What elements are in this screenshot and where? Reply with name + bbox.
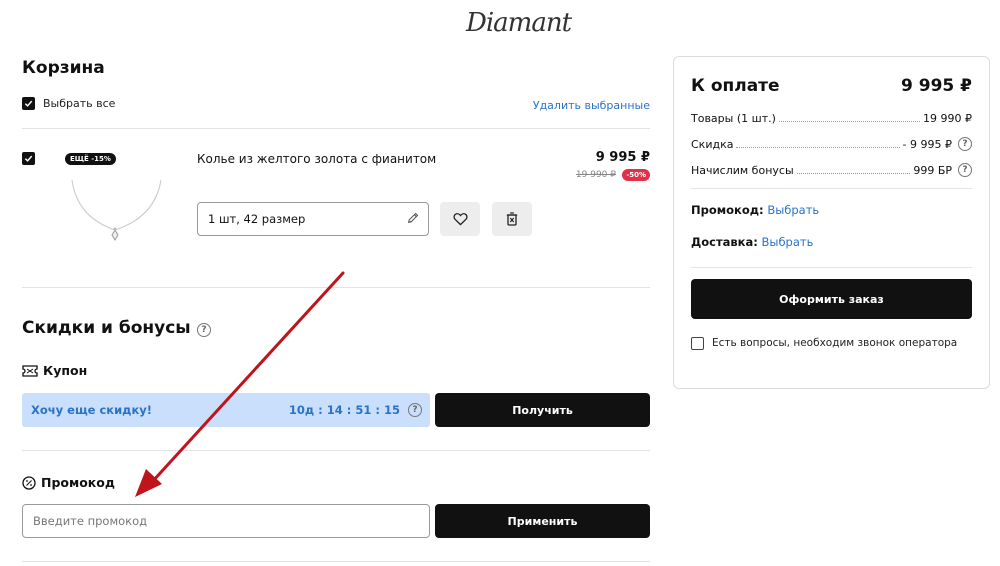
get-coupon-button[interactable]: Получить — [435, 393, 650, 427]
dotted-leader — [778, 121, 921, 122]
help-icon[interactable]: ? — [408, 403, 422, 417]
row-value: 19 990 ₽ — [923, 112, 972, 125]
size-value: 1 шт, 42 размер — [208, 212, 306, 226]
row-label: Скидка — [691, 138, 734, 151]
dotted-leader — [796, 173, 911, 174]
summary-row-bonuses: Начислим бонусы 999 БР ? — [691, 161, 972, 177]
row-value: - 9 995 ₽ — [902, 138, 952, 151]
operator-call-checkbox[interactable] — [691, 337, 704, 350]
pencil-icon[interactable] — [406, 211, 420, 225]
delivery-row: Доставка: Выбрать — [691, 235, 813, 249]
size-selector[interactable]: 1 шт, 42 размер — [197, 202, 429, 236]
row-value: 999 БР — [913, 164, 952, 177]
coupon-timer: 10д : 14 : 51 : 15 — [288, 403, 400, 417]
product-image[interactable] — [67, 172, 167, 244]
coupon-heading: Купон — [22, 363, 87, 378]
promo-heading: Промокод — [22, 475, 115, 490]
promo-code-input[interactable] — [22, 504, 430, 538]
discount-badge: -50% — [622, 169, 650, 181]
apply-promo-button[interactable]: Применить — [435, 504, 650, 538]
divider — [22, 287, 650, 288]
ticket-icon — [22, 364, 38, 377]
product-name[interactable]: Колье из желтого золота с фианитом — [197, 152, 436, 166]
coupon-heading-text: Купон — [43, 363, 88, 378]
help-icon[interactable]: ? — [958, 163, 972, 177]
select-all-label[interactable]: Выбрать все — [43, 97, 115, 110]
check-icon — [24, 155, 33, 162]
heart-icon — [452, 213, 468, 226]
divider — [22, 450, 650, 451]
operator-call-label[interactable]: Есть вопросы, необходим звонок оператора — [712, 337, 957, 349]
remove-item-button[interactable] — [492, 202, 532, 236]
row-label: Товары (1 шт.) — [691, 112, 776, 125]
item-old-price: 19 990 ₽ — [575, 170, 616, 180]
item-price: 9 995 ₽ — [595, 150, 650, 165]
select-all-checkbox[interactable] — [22, 97, 35, 110]
extra-discount-badge: ЕЩЁ -15% — [65, 153, 116, 165]
favorite-button[interactable] — [440, 202, 480, 236]
item-checkbox[interactable] — [22, 152, 35, 165]
divider — [691, 267, 972, 268]
summary-total: 9 995 ₽ — [901, 76, 972, 96]
promo-label: Промокод: — [691, 203, 764, 217]
check-icon — [24, 100, 33, 107]
delivery-select-link[interactable]: Выбрать — [761, 235, 813, 249]
divider — [22, 128, 650, 129]
dotted-leader — [736, 147, 900, 148]
cart-title: Корзина — [22, 58, 105, 78]
delivery-label: Доставка: — [691, 235, 758, 249]
promo-row: Промокод: Выбрать — [691, 203, 819, 217]
delete-selected-link[interactable]: Удалить выбранные — [533, 99, 650, 112]
trash-icon — [506, 212, 518, 226]
promo-select-link[interactable]: Выбрать — [767, 203, 819, 217]
summary-row-discount: Скидка - 9 995 ₽ ? — [691, 135, 972, 151]
help-icon[interactable]: ? — [958, 137, 972, 151]
checkout-button[interactable]: Оформить заказ — [691, 279, 972, 319]
summary-title: К оплате — [691, 76, 780, 96]
discounts-title: Скидки и бонусы ? — [22, 318, 211, 338]
discounts-title-text: Скидки и бонусы — [22, 318, 191, 338]
divider — [691, 188, 972, 189]
divider — [22, 561, 650, 562]
percent-icon — [22, 475, 36, 490]
order-summary-panel: К оплате 9 995 ₽ Товары (1 шт.) 19 990 ₽… — [673, 56, 990, 389]
coupon-offer-text: Хочу еще скидку! — [31, 403, 152, 417]
coupon-offer: Хочу еще скидку! 10д : 14 : 51 : 15 ? — [22, 393, 430, 427]
row-label: Начислим бонусы — [691, 164, 794, 177]
summary-row-items: Товары (1 шт.) 19 990 ₽ — [691, 109, 972, 125]
cart-column: Корзина Выбрать все Удалить выбранные ЕЩ… — [22, 0, 650, 566]
help-icon[interactable]: ? — [197, 323, 211, 337]
promo-heading-text: Промокод — [41, 475, 115, 490]
